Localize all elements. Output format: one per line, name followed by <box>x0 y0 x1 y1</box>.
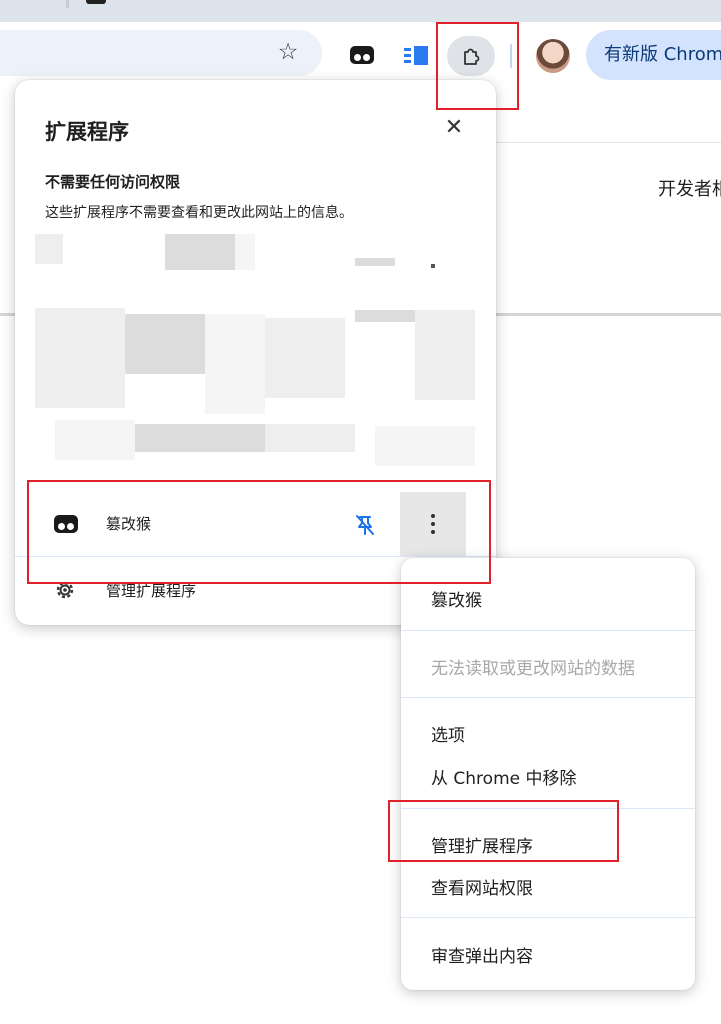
page-text-fragment: 开发者相 <box>658 179 721 200</box>
menu-item-view-site-permissions[interactable]: 查看网站权限 <box>431 874 533 899</box>
panel-title: 扩展程序 <box>45 120 129 144</box>
manage-extensions-label: 管理扩展程序 <box>106 582 197 600</box>
extension-name: 篡改猴 <box>106 515 152 533</box>
toolbar-divider <box>510 44 512 68</box>
extensions-button[interactable] <box>447 36 495 76</box>
avatar[interactable] <box>536 39 570 73</box>
menu-item-options[interactable]: 选项 <box>431 721 465 746</box>
section-description: 这些扩展程序不需要查看和更改此网站上的信息。 <box>45 205 353 221</box>
tab-favicon[interactable] <box>86 0 106 4</box>
browser-toolbar: ☆ 有新版 Chrome <box>0 22 721 88</box>
bookmark-star-icon[interactable]: ☆ <box>274 38 302 66</box>
unpin-icon[interactable] <box>352 512 378 538</box>
menu-item-inspect-popup[interactable]: 审查弹出内容 <box>431 942 533 967</box>
tab-strip <box>0 0 721 22</box>
extension-row-tampermonkey[interactable]: 篡改猴 <box>15 492 496 556</box>
tampermonkey-icon <box>54 515 78 533</box>
row-divider <box>15 556 496 557</box>
extension-context-menu: 篡改猴 无法读取或更改网站的数据 选项 从 Chrome 中移除 管理扩展程序 … <box>401 558 695 990</box>
menu-item-extension-name[interactable]: 篡改猴 <box>431 586 482 611</box>
menu-divider <box>401 697 695 698</box>
section-title: 不需要任何访问权限 <box>45 173 181 191</box>
reader-extension-icon[interactable] <box>404 46 430 66</box>
page-divider <box>490 142 721 143</box>
tab-edge <box>66 0 69 8</box>
redacted-extension-list <box>35 230 495 480</box>
more-vert-icon[interactable] <box>400 492 466 556</box>
gear-icon <box>56 581 74 599</box>
menu-divider <box>401 808 695 809</box>
update-chrome-button[interactable]: 有新版 Chrome <box>586 30 721 80</box>
menu-item-manage-extensions[interactable]: 管理扩展程序 <box>431 832 533 857</box>
menu-item-remove[interactable]: 从 Chrome 中移除 <box>431 764 577 789</box>
close-icon[interactable]: ✕ <box>439 113 469 143</box>
menu-divider <box>401 630 695 631</box>
menu-item-site-access: 无法读取或更改网站的数据 <box>431 659 635 679</box>
menu-divider <box>401 917 695 918</box>
tampermonkey-toolbar-icon[interactable] <box>350 46 374 64</box>
puzzle-icon <box>464 48 480 65</box>
extensions-panel: 扩展程序 ✕ 不需要任何访问权限 这些扩展程序不需要查看和更改此网站上的信息。 … <box>15 80 496 625</box>
